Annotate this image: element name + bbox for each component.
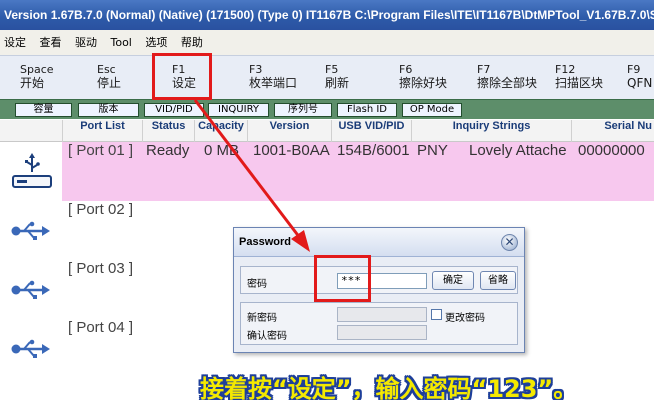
instruction-caption: 接着按“设定”，输入密码“123”。 — [200, 375, 578, 400]
annotation-arrow-icon — [193, 99, 310, 252]
